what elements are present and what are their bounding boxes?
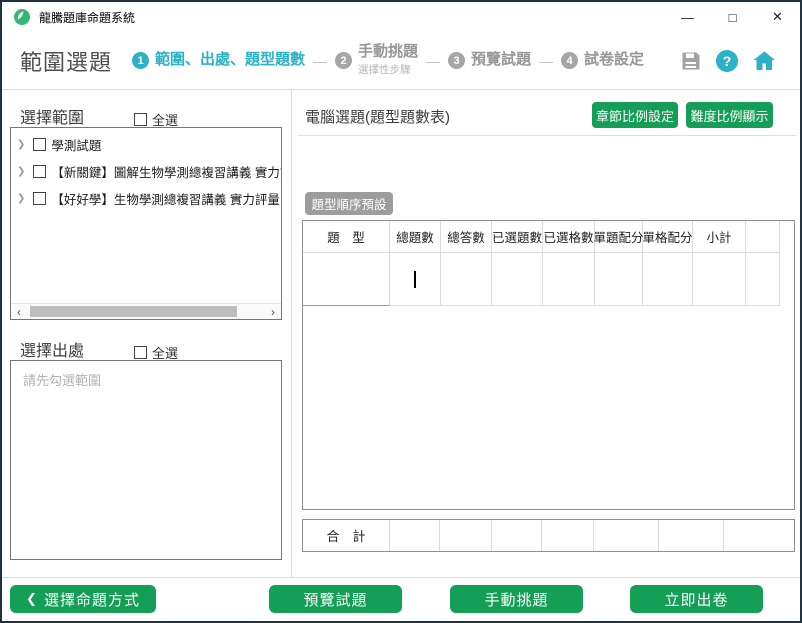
cell-selected-questions[interactable] (492, 253, 543, 306)
step-1-range[interactable]: 1 範圍、出處、題型題數 (132, 52, 305, 69)
cell-subtotal[interactable] (693, 253, 746, 306)
col-header-points-per-question: 單題配分 (595, 221, 643, 253)
source-select-all-checkbox[interactable] (134, 346, 147, 359)
total-cell (542, 520, 594, 551)
scroll-right-arrow-icon[interactable]: › (266, 304, 280, 319)
app-window: 龍騰題庫命題系統 — □ ✕ 範圍選題 1 範圍、出處、題型題數 — 2 手動挑… (0, 0, 802, 623)
step-2-number: 2 (335, 52, 352, 69)
save-icon[interactable] (681, 51, 701, 71)
step-2-manual-pick[interactable]: 2 手動挑題 選擇性步驟 (335, 44, 418, 77)
select-range-title: 選擇範圍 (20, 104, 84, 128)
horizontal-scrollbar[interactable]: ‹ › (11, 303, 281, 319)
step-1-number: 1 (132, 52, 149, 69)
help-icon[interactable]: ? (716, 50, 738, 72)
header: 範圍選題 1 範圍、出處、題型題數 — 2 手動挑題 選擇性步驟 — 3 預覽試… (2, 32, 800, 90)
cell-type-selected[interactable] (303, 253, 390, 306)
scroll-left-arrow-icon[interactable]: ‹ (12, 304, 26, 319)
col-header-selected-questions: 已選題數 (492, 221, 543, 253)
window-controls: — □ ✕ (665, 2, 800, 32)
maximize-button[interactable]: □ (710, 2, 755, 32)
preview-questions-button[interactable]: 預覽試題 (269, 585, 402, 613)
tree-item-exam[interactable]: ❯ 學測試題 (11, 131, 281, 158)
step-3-number: 3 (448, 52, 465, 69)
step-3-preview[interactable]: 3 預覽試題 (448, 52, 531, 69)
cell-total-answers[interactable] (441, 253, 492, 306)
step-4-number: 4 (561, 52, 578, 69)
app-logo-icon (14, 9, 30, 25)
text-caret (414, 271, 416, 288)
tree-item-checkbox[interactable] (33, 165, 46, 178)
cell-points-per-question[interactable] (595, 253, 643, 306)
total-cell (724, 520, 794, 551)
expand-arrow-icon[interactable]: ❯ (17, 166, 25, 177)
range-select-all-checkbox[interactable] (134, 113, 147, 126)
tree-item-study-well[interactable]: ❯ 【好好學】生物學測總複習講義 實力評量 (11, 185, 281, 212)
col-header-points-per-blank: 單格配分 (643, 221, 693, 253)
tree-item-label: 學測試題 (51, 135, 101, 154)
home-icon[interactable] (753, 51, 776, 71)
step-2-label: 手動挑題 (358, 44, 418, 61)
panel-divider (291, 90, 292, 577)
type-order-default-button[interactable]: 題型順序預設 (305, 192, 393, 215)
tree-item-new-key[interactable]: ❯ 【新關鍵】圖解生物學測總複習講義 實力評量 (11, 158, 281, 185)
close-button[interactable]: ✕ (755, 2, 800, 32)
expand-arrow-icon[interactable]: ❯ (17, 139, 25, 150)
window-title: 龍騰題庫命題系統 (39, 9, 135, 26)
step-4-paper-settings[interactable]: 4 試卷設定 (561, 52, 644, 69)
select-source-title: 選擇出處 (20, 337, 84, 361)
tree-item-label: 【好好學】生物學測總複習講義 實力評量 (51, 189, 279, 208)
total-cell (594, 520, 659, 551)
title-bar: 龍騰題庫命題系統 — □ ✕ (2, 2, 800, 32)
step-4-label: 試卷設定 (584, 52, 644, 69)
right-panel-separator (298, 135, 796, 136)
tree-item-label: 【新關鍵】圖解生物學測總複習講義 實力評量 (51, 162, 281, 181)
cell-selected-blanks[interactable] (543, 253, 595, 306)
total-label: 合 計 (303, 520, 390, 551)
col-header-empty (746, 221, 780, 253)
back-to-method-button[interactable]: ❮ 選擇命題方式 (10, 585, 156, 613)
step-dash: — (313, 53, 327, 69)
generate-paper-button[interactable]: 立即出卷 (630, 585, 763, 613)
back-button-label: 選擇命題方式 (44, 589, 140, 610)
total-cell (440, 520, 492, 551)
wizard-steps: 1 範圍、出處、題型題數 — 2 手動挑題 選擇性步驟 — 3 預覽試題 — 4… (132, 32, 644, 89)
range-tree: ❯ 學測試題 ❯ 【新關鍵】圖解生物學測總複習講義 實力評量 ❯ 【好好學】生物… (10, 127, 282, 320)
total-cell (659, 520, 724, 551)
step-3-label: 預覽試題 (471, 52, 531, 69)
expand-arrow-icon[interactable]: ❯ (17, 193, 25, 204)
tree-item-checkbox[interactable] (33, 192, 46, 205)
header-icons: ? (681, 32, 776, 89)
step-2-subtitle: 選擇性步驟 (358, 62, 418, 77)
total-cell (390, 520, 440, 551)
footer-separator (2, 577, 800, 578)
cell-points-per-blank[interactable] (643, 253, 693, 306)
step-dash: — (539, 53, 553, 69)
table-header-row: 題 型 總題數 總答數 已選題數 已選格數 單題配分 單格配分 小計 (303, 221, 794, 253)
col-header-total-questions: 總題數 (390, 221, 441, 253)
total-row: 合 計 (302, 519, 795, 552)
computer-pick-title: 電腦選題(題型題數表) (305, 106, 450, 127)
scrollbar-thumb[interactable] (30, 306, 237, 317)
step-dash: — (426, 53, 440, 69)
chapter-ratio-button[interactable]: 章節比例設定 (592, 102, 678, 128)
source-placeholder: 請先勾選範圍 (23, 370, 101, 389)
source-list-box: 請先勾選範圍 (10, 360, 282, 560)
col-header-type: 題 型 (303, 221, 390, 253)
manual-pick-button[interactable]: 手動挑題 (450, 585, 583, 613)
step-1-label: 範圍、出處、題型題數 (155, 52, 305, 69)
tree-item-checkbox[interactable] (33, 138, 46, 151)
minimize-button[interactable]: — (665, 2, 710, 32)
col-header-selected-blanks: 已選格數 (543, 221, 595, 253)
total-cell (492, 520, 542, 551)
difficulty-ratio-button[interactable]: 難度比例顯示 (686, 102, 773, 128)
question-type-table: 題 型 總題數 總答數 已選題數 已選格數 單題配分 單格配分 小計 (302, 220, 795, 510)
table-row (303, 253, 794, 306)
col-header-total-answers: 總答數 (441, 221, 492, 253)
page-title: 範圍選題 (20, 45, 112, 77)
cell-total-questions-editing[interactable] (390, 253, 441, 306)
chevron-left-icon: ❮ (26, 591, 38, 607)
cell-empty[interactable] (746, 253, 780, 306)
col-header-subtotal: 小計 (693, 221, 746, 253)
